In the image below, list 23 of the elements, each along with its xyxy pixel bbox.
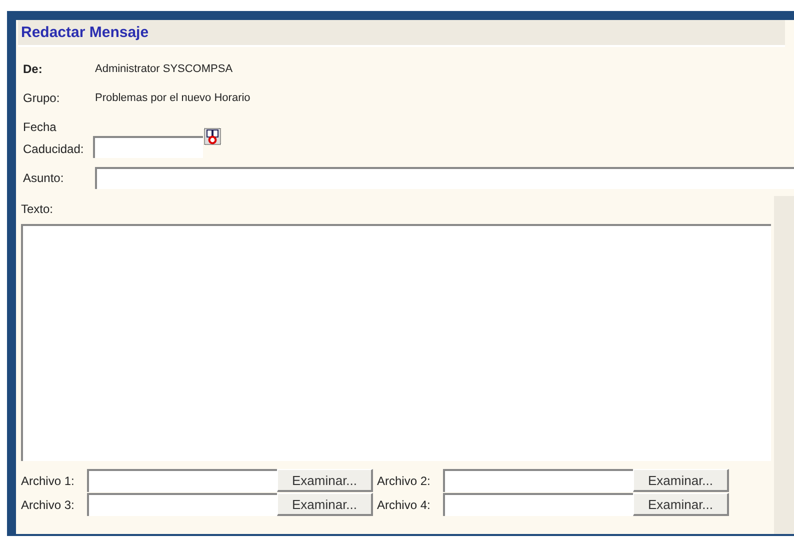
file-label: Archivo 1: (21, 474, 76, 488)
field-label: Asunto: (23, 171, 65, 185)
field-value: Problemas por el nuevo Horario (95, 92, 250, 104)
file-field[interactable] (87, 493, 277, 516)
field-label: Texto: (21, 202, 54, 218)
field-label: De: (23, 62, 44, 76)
browse-button[interactable]: Examinar... (277, 493, 373, 516)
file-label: Archivo 3: (21, 498, 76, 512)
calendar-icon[interactable] (204, 128, 221, 144)
page-title: Redactar Mensaje (21, 24, 149, 41)
file-label: Archivo 2: (377, 474, 432, 488)
file-field[interactable] (443, 469, 633, 492)
browse-button[interactable]: Examinar... (277, 469, 373, 492)
browse-button[interactable]: Examinar... (633, 469, 729, 492)
file-field[interactable] (87, 469, 277, 492)
file-field[interactable] (443, 493, 633, 516)
field-value: Administrator SYSCOMPSA (95, 62, 233, 74)
date-field[interactable] (93, 136, 203, 158)
field-label: Grupo: (23, 90, 61, 104)
field-label: Fecha Caducidad: (23, 119, 85, 158)
browse-button[interactable]: Examinar... (633, 493, 729, 516)
file-label: Archivo 4: (377, 498, 432, 512)
subject-field[interactable] (95, 167, 794, 189)
